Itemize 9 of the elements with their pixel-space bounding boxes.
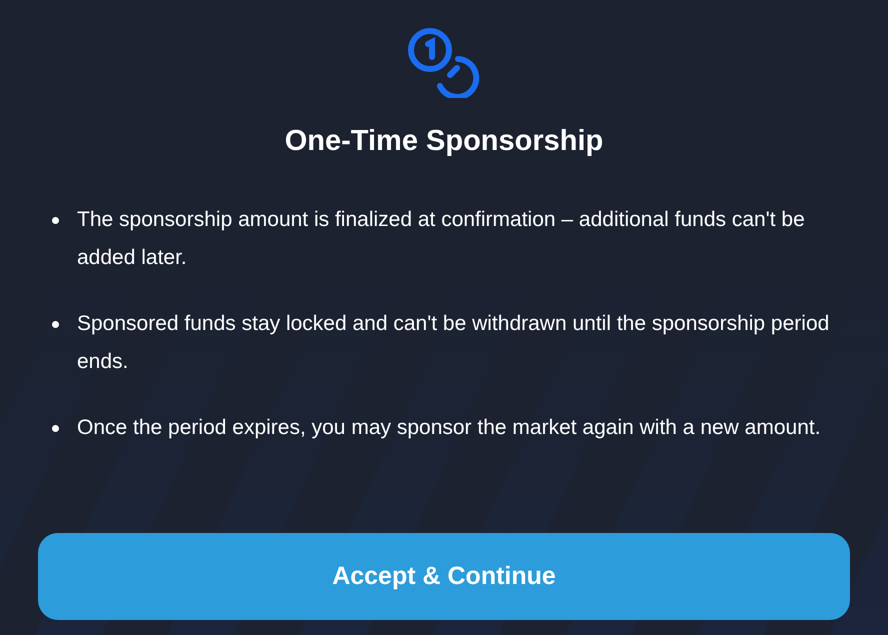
bullet-icon (52, 321, 59, 328)
accept-button[interactable]: Accept & Continue (38, 533, 850, 620)
coins-icon (406, 26, 482, 98)
bullet-icon (52, 217, 59, 224)
bullet-icon (52, 425, 59, 432)
info-text: Sponsored funds stay locked and can't be withdrawn until the sponsorship period ends. (77, 311, 830, 376)
info-text: Once the period expires, you may sponsor the market again with a new amount. (77, 415, 821, 442)
dialog-title: One-Time Sponsorship (284, 124, 604, 159)
info-text: The sponsorship amount is finalized at confirmation – additional funds can't be added later. (77, 207, 806, 272)
